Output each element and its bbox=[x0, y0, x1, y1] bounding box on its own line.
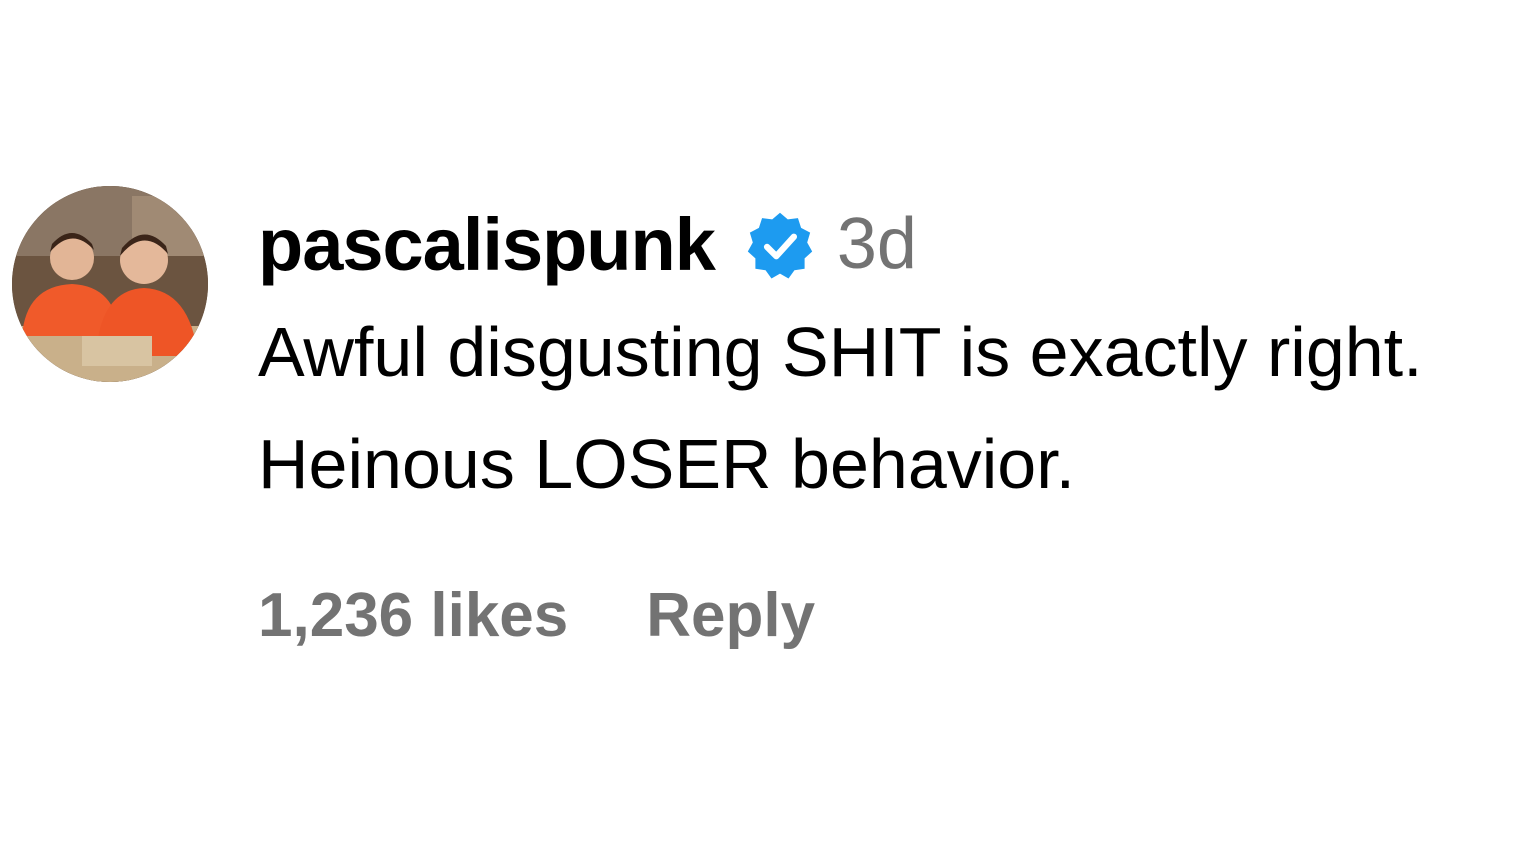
username[interactable]: pascalispunk bbox=[258, 202, 716, 287]
avatar-photo bbox=[12, 186, 208, 382]
comment-body: pascalispunk 3d Awful disgusting SHIT is… bbox=[258, 196, 1508, 520]
comment-actions: 1,236 likes Reply bbox=[258, 580, 815, 651]
verified-badge-icon bbox=[743, 209, 817, 283]
comment-text: Awful disgusting SHIT is exactly right. … bbox=[258, 313, 1423, 503]
likes-count[interactable]: 1,236 likes bbox=[258, 580, 568, 651]
timestamp: 3d bbox=[836, 204, 917, 284]
comment: pascalispunk 3d Awful disgusting SHIT is… bbox=[0, 0, 1520, 855]
avatar[interactable] bbox=[12, 186, 208, 382]
comment-header: pascalispunk 3d bbox=[258, 196, 1508, 292]
reply-button[interactable]: Reply bbox=[646, 580, 815, 651]
